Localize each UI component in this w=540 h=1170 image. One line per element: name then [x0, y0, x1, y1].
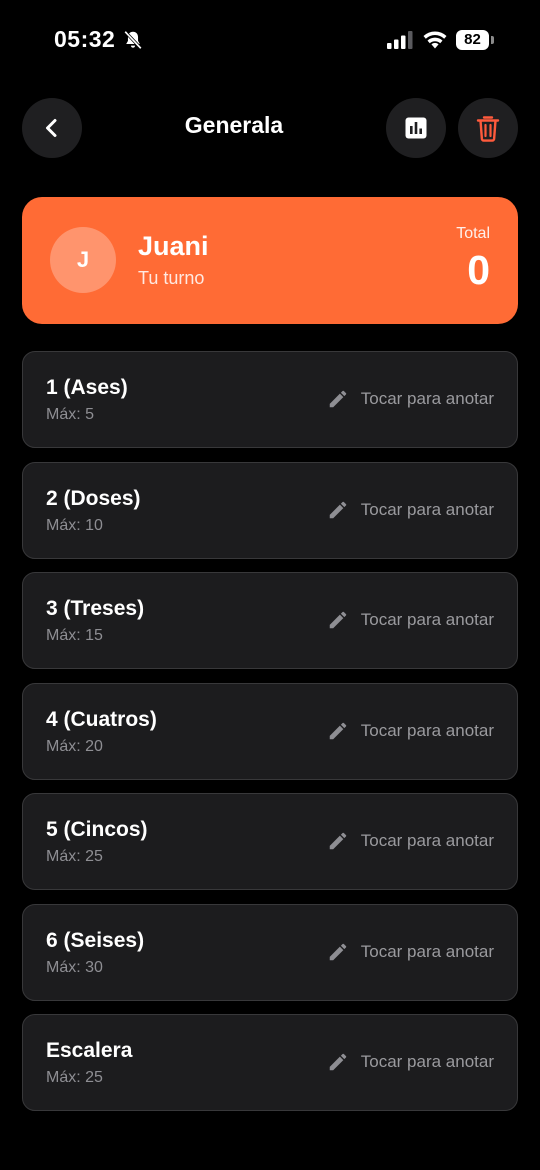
category-name: 4 (Cuatros) [46, 707, 157, 731]
cellular-signal-icon [387, 31, 413, 49]
category-name: 5 (Cincos) [46, 818, 148, 841]
pencil-icon [329, 611, 346, 629]
category-max: Máx: 30 [46, 958, 103, 976]
tap-to-score-hint: Tocar para anotar [327, 609, 494, 631]
back-button[interactable] [22, 98, 82, 158]
category-name: 1 (Ases) [46, 376, 128, 399]
category-name: 6 (Seises) [46, 928, 145, 952]
chevron-left-icon [46, 119, 57, 137]
battery-level: 82 [456, 30, 489, 50]
battery-indicator: 82 [456, 30, 494, 50]
score-row-seises[interactable]: 6 (Seises) Máx: 30 Tocar para anotar [22, 903, 518, 1001]
pencil-icon [329, 943, 346, 960]
current-player-card: J Juani Tu turno Total 0 [22, 197, 518, 324]
bell-muted-icon [124, 30, 142, 50]
tap-to-score-hint: Tocar para anotar [327, 720, 494, 742]
tap-to-score-hint: Tocar para anotar [327, 499, 494, 521]
tap-to-score-label: Tocar para anotar [360, 1052, 494, 1071]
category-max: Máx: 25 [46, 848, 103, 865]
wifi-icon [423, 31, 447, 49]
battery-cap [491, 36, 494, 44]
pencil-icon [329, 1053, 346, 1071]
tap-to-score-label: Tocar para anotar [360, 389, 494, 408]
total-score: 0 [467, 247, 490, 293]
category-max: Máx: 15 [46, 627, 103, 644]
tap-to-score-label: Tocar para anotar [360, 941, 494, 961]
player-avatar: J [50, 227, 116, 293]
tap-to-score-label: Tocar para anotar [360, 499, 494, 519]
trash-icon [476, 116, 500, 142]
category-max: Máx: 10 [46, 516, 103, 534]
total-label: Total [456, 225, 490, 242]
score-row-treses[interactable]: 3 (Treses) Máx: 15 Tocar para anotar [22, 572, 518, 669]
tap-to-score-hint: Tocar para anotar [327, 830, 494, 852]
bottom-safe-area [0, 1124, 540, 1170]
tap-to-score-hint: Tocar para anotar [327, 1051, 494, 1073]
turn-status: Tu turno [138, 268, 205, 288]
score-row-cincos[interactable]: 5 (Cincos) Máx: 25 Tocar para anotar [22, 793, 518, 890]
tap-to-score-hint: Tocar para anotar [327, 941, 494, 963]
score-row-ases[interactable]: 1 (Ases) Máx: 5 Tocar para anotar [22, 351, 518, 448]
tap-to-score-label: Tocar para anotar [360, 610, 494, 629]
category-name: 2 (Doses) [46, 486, 141, 510]
pencil-icon [329, 832, 346, 850]
status-time: 05:32 [54, 26, 116, 52]
status-bar: 05:32 82 [0, 0, 540, 84]
tap-to-score-label: Tocar para anotar [360, 831, 494, 850]
bar-chart-icon [405, 117, 427, 139]
score-row-doses[interactable]: 2 (Doses) Máx: 10 Tocar para anotar [22, 461, 518, 559]
score-row-escalera[interactable]: Escalera Máx: 25 Tocar para anotar [22, 1014, 518, 1111]
score-category-list: 1 (Ases) Máx: 5 Tocar para anotar 2 (Dos… [22, 351, 518, 1125]
pencil-icon [329, 390, 346, 408]
player-name: Juani [138, 231, 209, 261]
pencil-icon [329, 722, 346, 739]
category-name: 3 (Treses) [46, 597, 145, 620]
tap-to-score-hint: Tocar para anotar [327, 388, 494, 410]
category-max: Máx: 25 [46, 1069, 103, 1086]
category-max: Máx: 5 [46, 406, 95, 423]
category-max: Máx: 20 [46, 737, 103, 755]
category-name: Escalera [46, 1039, 133, 1062]
pencil-icon [329, 501, 346, 518]
delete-button[interactable] [458, 98, 518, 158]
stats-button[interactable] [386, 98, 446, 158]
page-title: Generala [184, 112, 284, 138]
tap-to-score-label: Tocar para anotar [360, 720, 494, 740]
score-row-cuatros[interactable]: 4 (Cuatros) Máx: 20 Tocar para anotar [22, 682, 518, 780]
